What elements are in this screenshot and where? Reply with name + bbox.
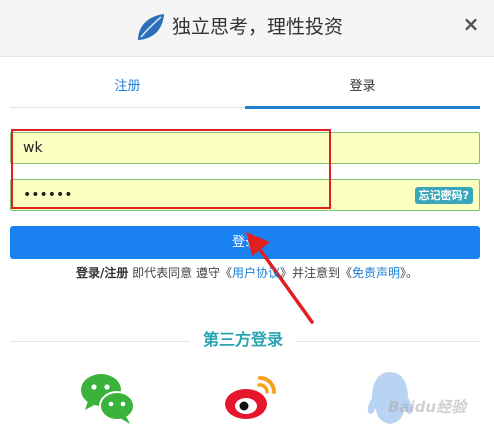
- third-party-login-title: 第三方登录: [202, 330, 283, 349]
- dialog-header: 独立思考，理性投资 ×: [0, 0, 494, 57]
- agreement-text-2: 》并注意到《: [280, 266, 353, 280]
- password-input[interactable]: [11, 180, 391, 210]
- slogan-title: 独立思考，理性投资: [172, 16, 344, 38]
- agreement-prefix: 登录/注册: [75, 266, 129, 280]
- tab-register[interactable]: 注册: [10, 72, 245, 108]
- leaf-logo-icon: [138, 14, 164, 40]
- agreement-text: 登录/注册 即代表同意 遵守《用户协议》并注意到《免责声明》。: [0, 264, 494, 282]
- watermark-text: Baidu经验: [388, 398, 467, 416]
- forgot-password-button[interactable]: 忘记密码?: [414, 187, 473, 204]
- login-button[interactable]: 登录: [10, 226, 480, 259]
- user-agreement-link[interactable]: 用户协议: [232, 266, 280, 280]
- close-icon[interactable]: ×: [462, 13, 480, 35]
- username-input[interactable]: [11, 133, 391, 163]
- divider-left: [10, 341, 190, 342]
- disclaimer-link[interactable]: 免责声明: [352, 266, 400, 280]
- wechat-login-icon[interactable]: [78, 368, 138, 428]
- tab-login[interactable]: 登录: [245, 72, 480, 109]
- username-field-box: [10, 132, 480, 164]
- agreement-text-3: 》。: [400, 266, 419, 280]
- divider-right: [296, 341, 480, 342]
- auth-tabs: 注册 登录: [10, 72, 480, 109]
- agreement-text-1: 即代表同意 遵守《: [128, 266, 232, 280]
- password-field-box: 忘记密码?: [10, 179, 480, 211]
- weibo-login-icon[interactable]: [222, 368, 282, 428]
